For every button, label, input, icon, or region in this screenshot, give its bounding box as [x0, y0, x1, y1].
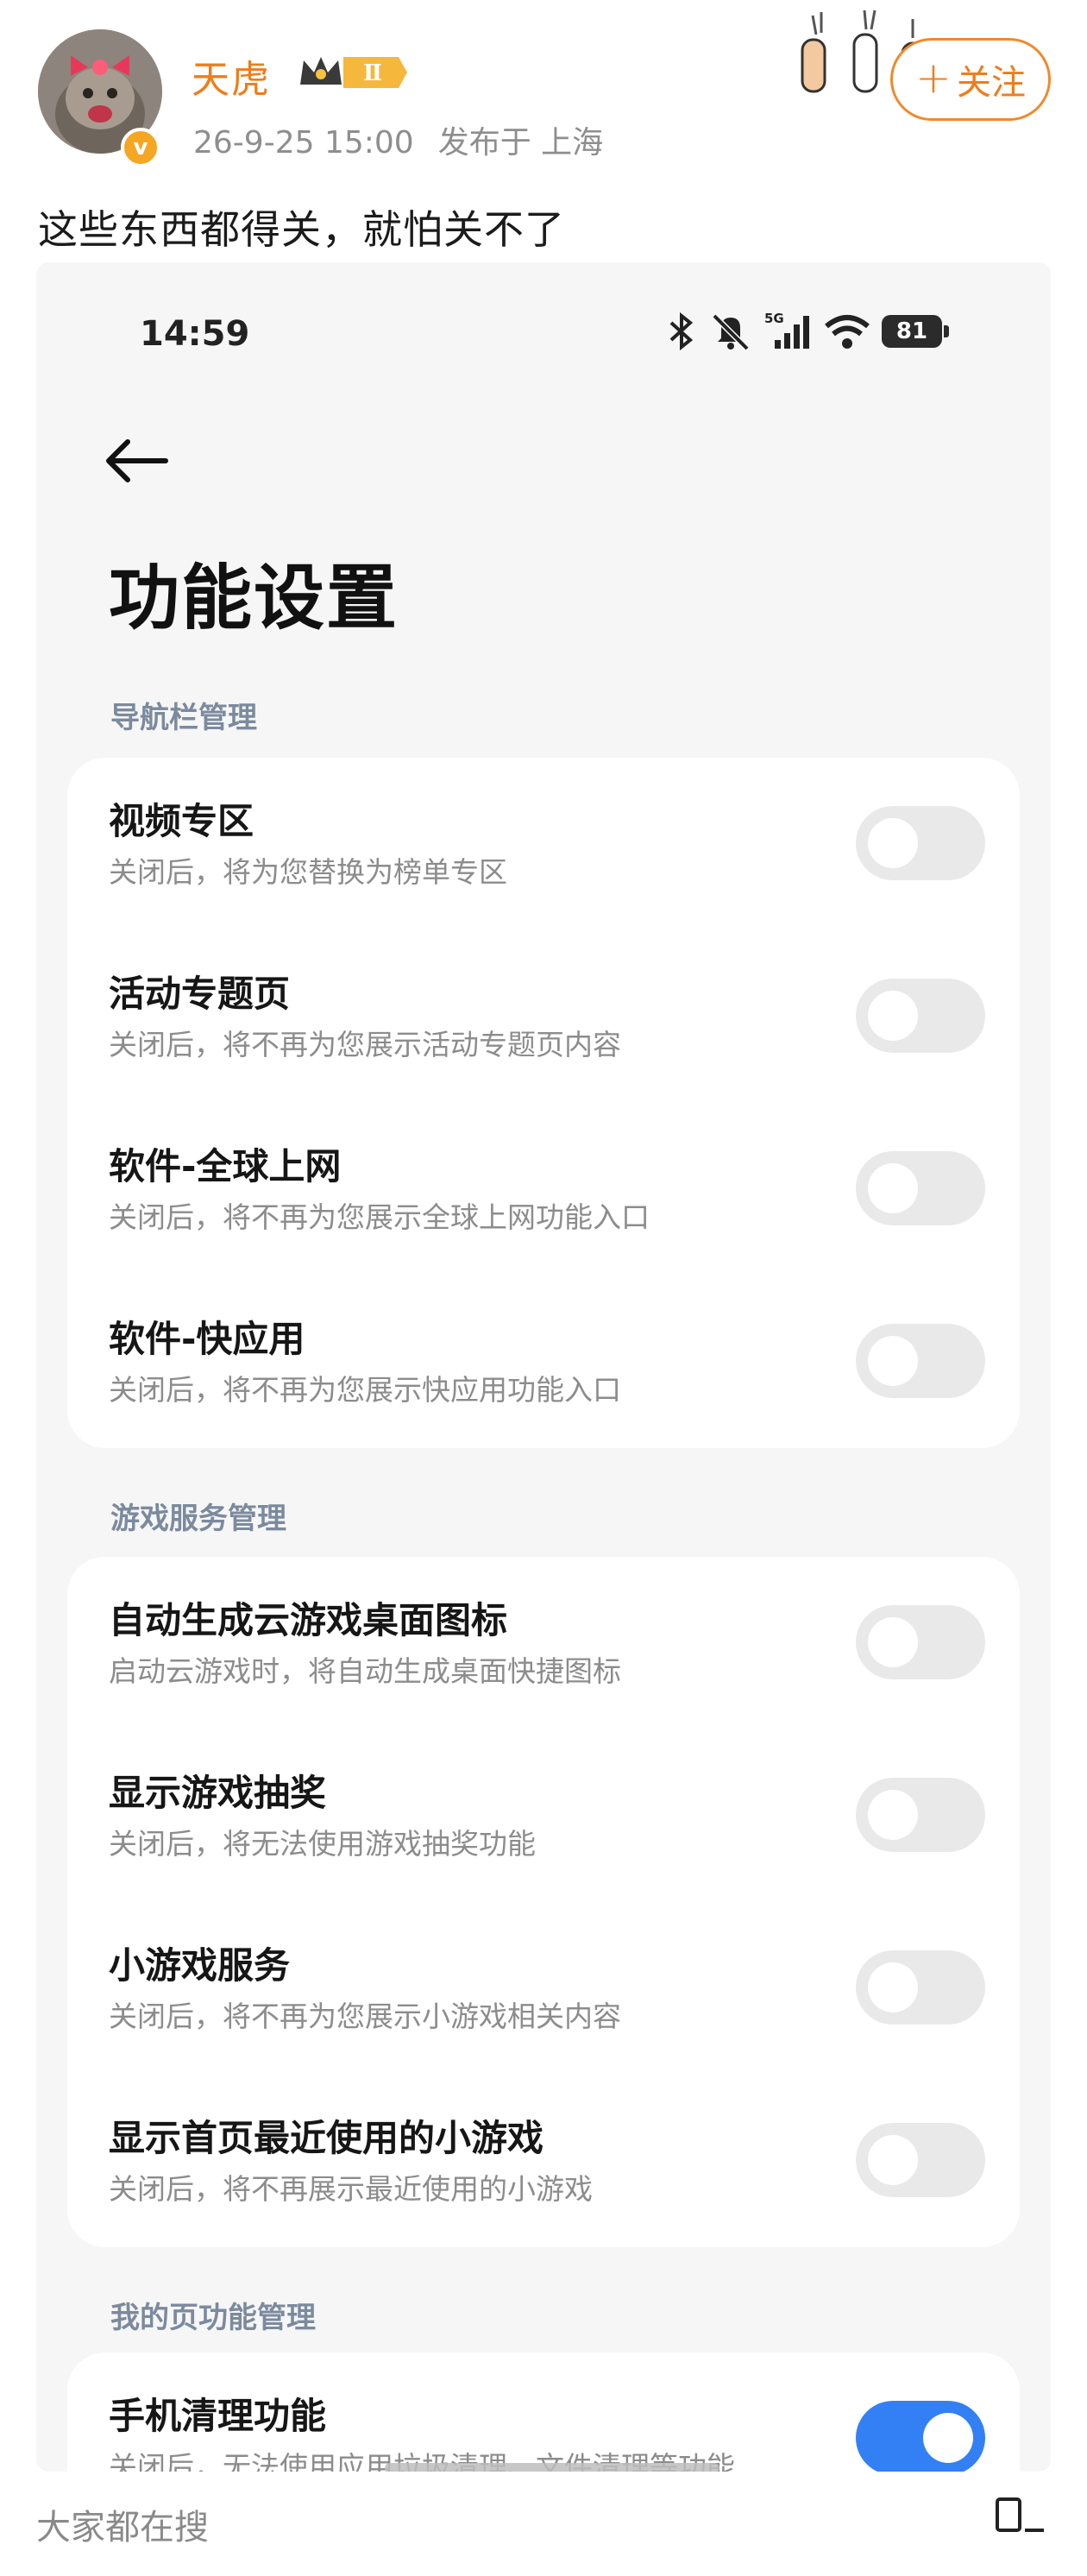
setting-title: 软件-快应用 [109, 1318, 305, 1360]
setting-row[interactable]: 软件-快应用 关闭后，将不再为您展示快应用功能入口 [67, 1275, 1020, 1448]
follow-label: 关注 [956, 63, 1026, 103]
settings-card-mine: 手机清理功能 关闭后，无法使用应用垃圾清理、文件清理等功能 [67, 2352, 1020, 2472]
toggle-knob [868, 1962, 918, 2012]
setting-title: 视频专区 [109, 800, 254, 842]
back-arrow-icon[interactable] [102, 435, 171, 487]
setting-desc: 关闭后，将无法使用游戏抽奖功能 [109, 1827, 536, 1861]
toggle-switch[interactable] [856, 1778, 985, 1852]
mute-icon [712, 313, 750, 351]
toggle-knob [923, 2413, 973, 2463]
toggle-knob [868, 1617, 918, 1667]
toggle-knob [868, 1790, 918, 1840]
username[interactable]: 天虎 [192, 48, 271, 104]
setting-row[interactable]: 自动生成云游戏桌面图标 启动云游戏时，将自动生成桌面快捷图标 [67, 1557, 1020, 1729]
settings-card-nav: 视频专区 关闭后，将为您替换为榜单专区 活动专题页 关闭后，将不再为您展示活动专… [67, 758, 1020, 1448]
toggle-switch[interactable] [856, 1324, 985, 1398]
setting-row[interactable]: 手机清理功能 关闭后，无法使用应用垃圾清理、文件清理等功能 [67, 2352, 1020, 2472]
setting-title: 显示首页最近使用的小游戏 [109, 2117, 544, 2159]
setting-desc: 关闭后，将不再为您展示快应用功能入口 [109, 1373, 621, 1407]
setting-title: 小游戏服务 [109, 1944, 291, 1987]
toggle-switch[interactable] [856, 2123, 985, 2197]
setting-title: 活动专题页 [109, 973, 291, 1015]
setting-row[interactable]: 软件-全球上网 关闭后，将不再为您展示全球上网功能入口 [67, 1103, 1020, 1275]
page-title: 功能设置 [109, 557, 399, 639]
toggle-switch[interactable] [856, 1605, 985, 1679]
section-header-mine: 我的页功能管理 [110, 2301, 316, 2335]
vip-level: Ⅱ [363, 60, 382, 86]
post-date: 26-9-25 15:00 [193, 125, 414, 161]
trending-search-label[interactable]: 大家都在搜 [36, 2499, 209, 2549]
signal-icon: 5G [764, 311, 809, 349]
status-time: 14:59 [140, 314, 250, 354]
setting-row[interactable]: 视频专区 关闭后，将为您替换为榜单专区 [67, 758, 1020, 930]
status-bar-icons: 5G 81 [664, 305, 949, 357]
wifi-icon [825, 315, 870, 349]
toggle-switch[interactable] [856, 2401, 985, 2472]
setting-row[interactable]: 活动专题页 关闭后，将不再为您展示活动专题页内容 [67, 930, 1020, 1103]
setting-title: 手机清理功能 [109, 2395, 327, 2437]
setting-desc: 关闭后，将不再为您展示活动专题页内容 [109, 1028, 621, 1061]
toggle-switch[interactable] [856, 1950, 985, 2025]
svg-text:5G: 5G [764, 311, 784, 326]
embedded-screenshot[interactable]: 14:59 5G 81 功能设置 导航栏管理 视频专区 关闭后，将为您替换为榜单… [36, 262, 1051, 2472]
setting-title: 软件-全球上网 [109, 1145, 342, 1187]
toggle-switch[interactable] [856, 806, 985, 880]
setting-row[interactable]: 小游戏服务 关闭后，将不再为您展示小游戏相关内容 [67, 1902, 1020, 2075]
setting-desc: 关闭后，将不再展示最近使用的小游戏 [109, 2172, 593, 2206]
bluetooth-icon [669, 312, 694, 350]
setting-title: 自动生成云游戏桌面图标 [109, 1599, 508, 1641]
setting-row[interactable]: 显示首页最近使用的小游戏 关闭后，将不再展示最近使用的小游戏 [67, 2075, 1020, 2247]
plus-icon: + [915, 53, 952, 103]
post-location: 发布于 上海 [437, 125, 604, 161]
settings-card-game: 自动生成云游戏桌面图标 启动云游戏时，将自动生成桌面快捷图标 显示游戏抽奖 关闭… [67, 1557, 1020, 2247]
setting-desc: 启动云游戏时，将自动生成桌面快捷图标 [109, 1654, 621, 1688]
post-meta: 26-9-25 15:00 发布于 上海 [193, 117, 627, 162]
follow-button[interactable]: + 关注 [890, 38, 1051, 121]
battery-level: 81 [895, 318, 928, 344]
setting-desc: 关闭后，将不再为您展示小游戏相关内容 [109, 2000, 621, 2033]
setting-desc: 关闭后，将不再为您展示全球上网功能入口 [109, 1200, 650, 1234]
edit-icon[interactable] [990, 2491, 1051, 2542]
toggle-knob [868, 2135, 918, 2185]
toggle-knob [868, 818, 918, 868]
setting-title: 显示游戏抽奖 [109, 1772, 327, 1814]
section-header-game: 游戏服务管理 [110, 1502, 286, 1536]
crown-icon: Ⅱ [300, 57, 407, 88]
post-text: 这些东西都得关，就怕关不了 [38, 206, 565, 253]
setting-row[interactable]: 显示游戏抽奖 关闭后，将无法使用游戏抽奖功能 [67, 1729, 1020, 1902]
toggle-switch[interactable] [856, 1151, 985, 1225]
toggle-knob [868, 1336, 918, 1386]
battery-icon: 81 [882, 315, 949, 348]
home-indicator [385, 2463, 719, 2472]
verified-icon: v [121, 128, 160, 167]
section-header-nav: 导航栏管理 [110, 701, 257, 735]
toggle-switch[interactable] [856, 979, 985, 1053]
setting-desc: 关闭后，将为您替换为榜单专区 [109, 855, 507, 889]
toggle-knob [868, 991, 918, 1041]
toggle-knob [868, 1163, 918, 1213]
